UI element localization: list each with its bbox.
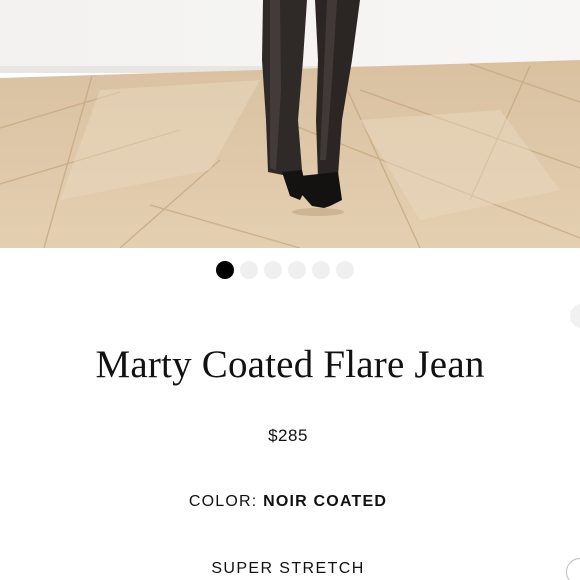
color-selection: COLOR: NOIR COATED [0,493,576,511]
color-label: COLOR: [188,493,258,510]
image-carousel-dots [216,261,354,279]
product-photo [0,0,580,248]
color-value: NOIR COATED [263,493,388,510]
carousel-dot-6[interactable] [336,261,354,279]
edge-scroll-button[interactable] [570,304,580,328]
carousel-dot-2[interactable] [240,261,258,279]
product-page: Marty Coated Flare Jean $285 COLOR: NOIR… [0,0,580,580]
product-price: $285 [268,426,308,445]
fit-label: SUPER STRETCH [211,560,365,577]
product-title: Marty Coated Flare Jean [95,343,485,386]
carousel-dot-3[interactable] [264,261,282,279]
carousel-dot-4[interactable] [288,261,306,279]
product-image[interactable] [0,0,580,248]
carousel-dot-1[interactable] [216,261,234,279]
carousel-dot-5[interactable] [312,261,330,279]
